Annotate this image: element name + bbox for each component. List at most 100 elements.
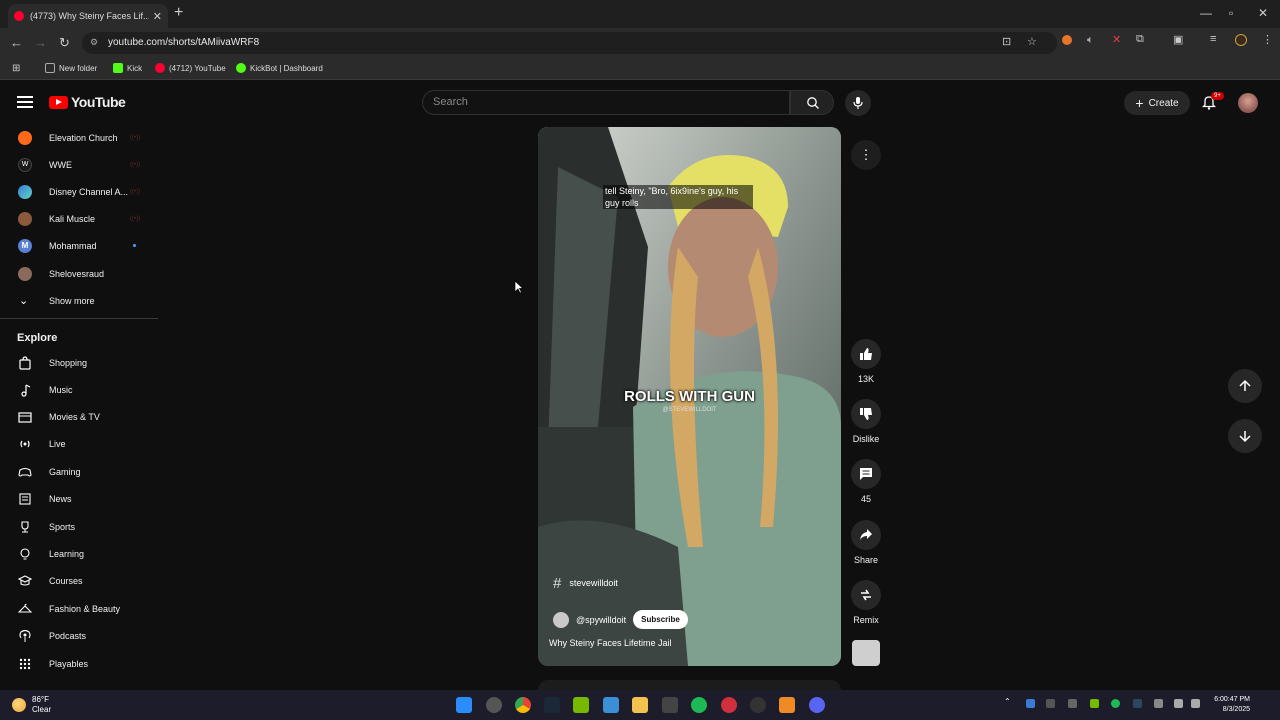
- search-input[interactable]: [433, 96, 773, 108]
- side-panel-icon[interactable]: ▣: [1173, 33, 1183, 46]
- taskbar-app-icon[interactable]: [486, 697, 502, 713]
- weather-sun-icon: [12, 698, 26, 712]
- channel-avatar: [18, 184, 32, 199]
- volume-icon[interactable]: [1191, 699, 1200, 708]
- media-control-icon[interactable]: ≡: [1210, 33, 1216, 45]
- sidebar-item-fashion[interactable]: Fashion & Beauty: [0, 595, 158, 622]
- like-button[interactable]: 13K: [846, 339, 886, 384]
- search-button[interactable]: [790, 90, 834, 115]
- network-icon[interactable]: [1174, 699, 1183, 708]
- taskbar-app-icon[interactable]: [750, 697, 766, 713]
- apps-grid-icon[interactable]: ⊞: [12, 63, 20, 74]
- reload-icon[interactable]: ↻: [59, 35, 70, 51]
- tray-app-icon[interactable]: [1133, 699, 1142, 708]
- extension-x-icon[interactable]: ✕: [1112, 33, 1121, 46]
- dislike-button[interactable]: Dislike: [846, 399, 886, 444]
- new-tab-button[interactable]: +: [174, 4, 183, 22]
- bookmark-youtube[interactable]: (4712) YouTube: [155, 63, 226, 73]
- maximize-icon[interactable]: ▫: [1229, 6, 1233, 20]
- weather-widget[interactable]: 86°F Clear: [12, 695, 51, 715]
- taskbar-app-icon[interactable]: [603, 697, 619, 713]
- sidebar-subscription-item[interactable]: Shelovesraud: [0, 260, 158, 287]
- tray-app-icon[interactable]: [1026, 699, 1035, 708]
- sidebar-item-label: News: [49, 493, 72, 504]
- show-more-button[interactable]: ⌄ Show more: [0, 287, 158, 314]
- bookmark-kickbot[interactable]: KickBot | Dashboard: [236, 63, 323, 73]
- taskbar-app-icon[interactable]: [662, 697, 678, 713]
- profile-icon[interactable]: [1235, 34, 1247, 46]
- sidebar-subscription-item[interactable]: Elevation Church ((•)): [0, 124, 158, 151]
- kickbot-icon: [236, 63, 246, 73]
- site-info-icon[interactable]: ⚙: [90, 37, 98, 48]
- browser-tab[interactable]: (4773) Why Steiny Faces Lif... ✕: [8, 4, 168, 28]
- tray-app-icon[interactable]: [1046, 699, 1055, 708]
- remix-button[interactable]: Remix: [846, 580, 886, 625]
- more-options-icon[interactable]: ⋮: [851, 140, 881, 170]
- bookmark-star-icon[interactable]: ☆: [1027, 35, 1037, 48]
- mute-icon[interactable]: 🔈︎: [1087, 34, 1094, 47]
- youtube-favicon-icon: [14, 11, 24, 21]
- sidebar-subscription-item[interactable]: Kali Muscle ((•)): [0, 205, 158, 232]
- sidebar-subscription-item[interactable]: M Mohammad: [0, 232, 158, 259]
- address-bar[interactable]: ⚙ youtube.com/shorts/tAMiivaWRF8 ⊡ ☆: [82, 32, 1057, 54]
- share-button[interactable]: Share: [846, 520, 886, 565]
- tray-app-icon[interactable]: [1090, 699, 1099, 708]
- discord-icon[interactable]: [809, 697, 825, 713]
- next-short-button[interactable]: [1228, 419, 1262, 453]
- sidebar-item-playables[interactable]: Playables: [0, 650, 158, 677]
- sidebar-item-courses[interactable]: Courses: [0, 567, 158, 594]
- taskbar-app-icon[interactable]: [779, 697, 795, 713]
- sidebar-item-podcasts[interactable]: Podcasts: [0, 622, 158, 649]
- tray-app-icon[interactable]: [1068, 699, 1077, 708]
- hanger-icon: [18, 603, 32, 613]
- extension-icon[interactable]: [1062, 35, 1072, 45]
- bookmark-new-folder[interactable]: New folder: [45, 63, 97, 73]
- sidebar-subscription-item[interactable]: Disney Channel A... ((•)): [0, 178, 158, 205]
- forward-icon[interactable]: →: [34, 35, 47, 50]
- subscribe-button[interactable]: Subscribe: [633, 610, 688, 629]
- chrome-menu-icon[interactable]: ⋮: [1262, 33, 1273, 46]
- minimize-icon[interactable]: —: [1200, 6, 1212, 20]
- extensions-puzzle-icon[interactable]: ⧉: [1136, 33, 1144, 46]
- steam-icon[interactable]: [544, 697, 560, 713]
- bookmark-kick[interactable]: Kick: [113, 63, 142, 73]
- channel-thumbnail[interactable]: [852, 640, 880, 666]
- channel-name[interactable]: @spywilldoit: [576, 615, 626, 625]
- previous-short-button[interactable]: [1228, 369, 1262, 403]
- account-avatar[interactable]: [1238, 93, 1258, 113]
- sidebar-item-shopping[interactable]: Shopping: [0, 349, 158, 376]
- sidebar-subscription-item[interactable]: W WWE ((•)): [0, 151, 158, 178]
- youtube-logo[interactable]: YouTube: [49, 94, 126, 110]
- voice-search-button[interactable]: [845, 90, 871, 116]
- new-content-dot: [133, 244, 136, 247]
- tray-app-icon[interactable]: [1111, 699, 1120, 708]
- sidebar-item-news[interactable]: News: [0, 485, 158, 512]
- comments-button[interactable]: 45: [846, 459, 886, 504]
- nvidia-icon[interactable]: [573, 697, 589, 713]
- sidebar-item-music[interactable]: Music: [0, 376, 158, 403]
- sidebar-item-sports[interactable]: Sports: [0, 513, 158, 540]
- chrome-icon[interactable]: [515, 697, 531, 713]
- create-button[interactable]: + Create: [1124, 91, 1190, 115]
- tray-overflow-icon[interactable]: ⌃: [1004, 697, 1013, 706]
- sidebar-item-gaming[interactable]: Gaming: [0, 458, 158, 485]
- close-window-icon[interactable]: ✕: [1258, 6, 1268, 20]
- spotify-icon[interactable]: [691, 697, 707, 713]
- install-app-icon[interactable]: ⊡: [1002, 35, 1011, 48]
- windows-start-icon[interactable]: [456, 697, 472, 713]
- opera-icon[interactable]: [721, 697, 737, 713]
- channel-avatar[interactable]: [553, 611, 569, 628]
- taskbar-clock[interactable]: 6:00:47 PM 8/3/2025: [1206, 695, 1250, 715]
- sidebar-item-movies[interactable]: Movies & TV: [0, 403, 158, 430]
- short-title[interactable]: Why Steiny Faces Lifetime Jail: [549, 638, 672, 648]
- hamburger-menu-icon[interactable]: [17, 96, 33, 108]
- sidebar-item-learning[interactable]: Learning: [0, 540, 158, 567]
- dislike-label: Dislike: [852, 434, 880, 444]
- sidebar-item-live[interactable]: Live: [0, 430, 158, 457]
- close-tab-icon[interactable]: ✕: [153, 10, 162, 23]
- hashtag-pill[interactable]: # stevewilldoit: [553, 572, 618, 594]
- back-icon[interactable]: ←: [10, 35, 23, 50]
- live-indicator-icon: ((•)): [130, 134, 141, 141]
- microphone-tray-icon[interactable]: [1154, 699, 1163, 708]
- file-explorer-icon[interactable]: [632, 697, 648, 713]
